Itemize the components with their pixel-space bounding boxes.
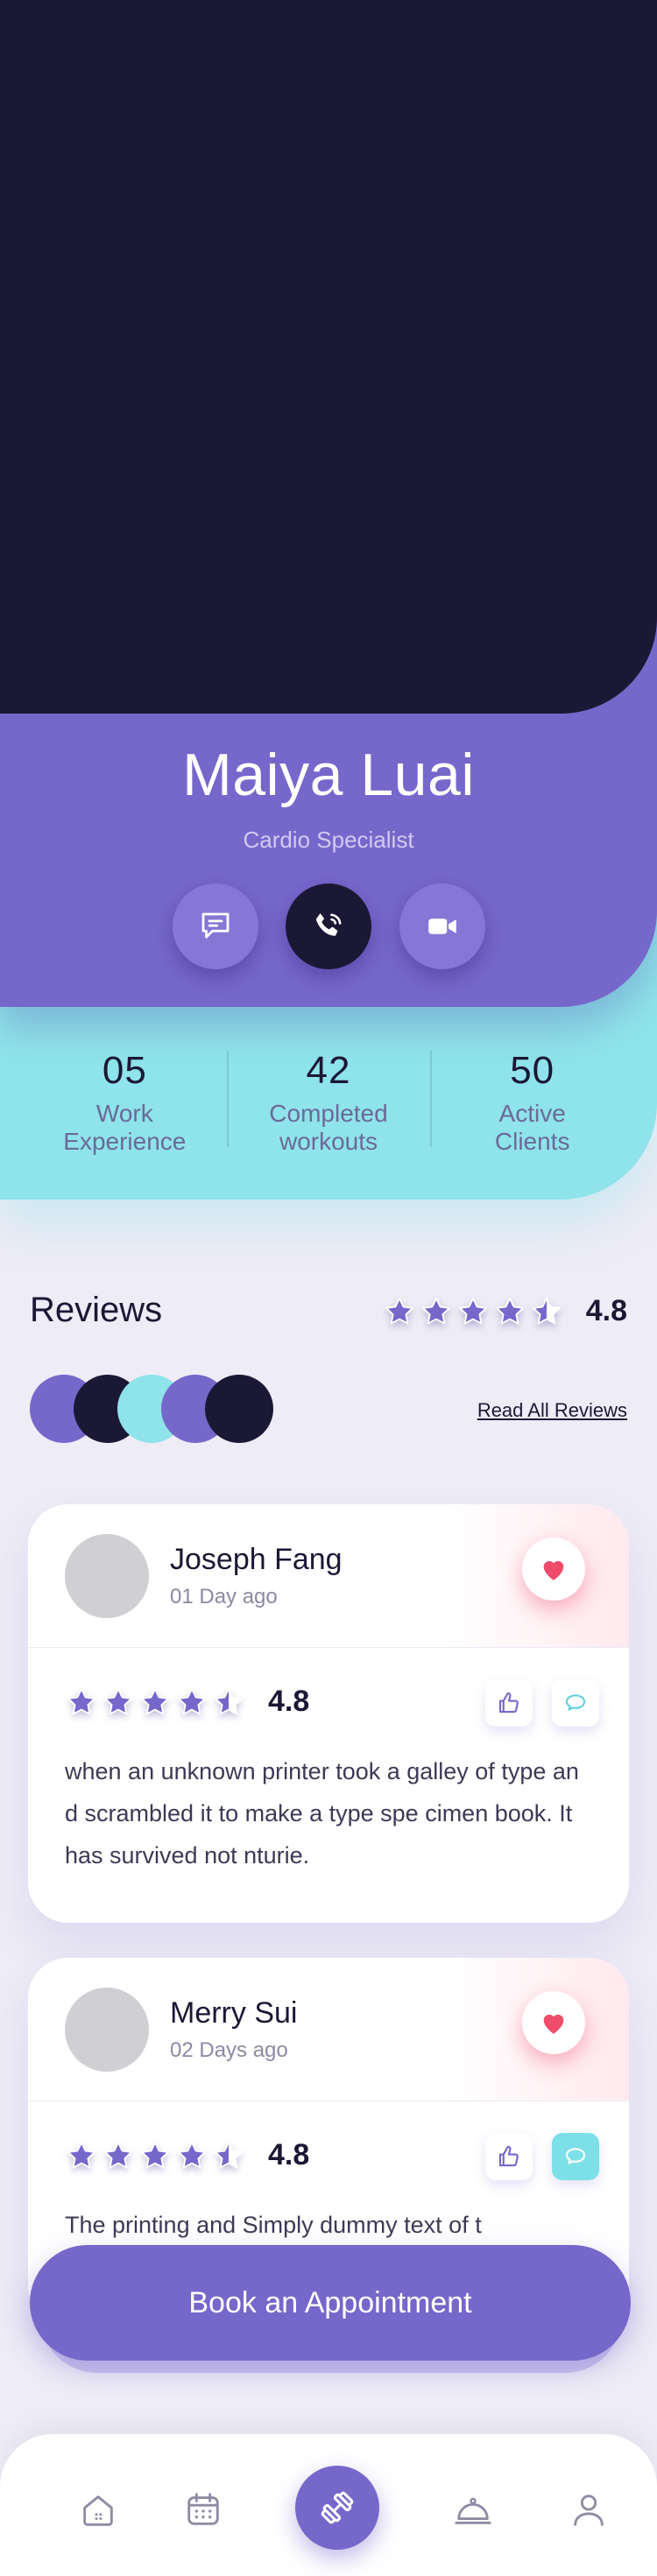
app-screen: Maiya Luai Cardio Specialist 05 Work Exp…: [0, 0, 657, 2576]
overall-rating: 4.8: [383, 1294, 627, 1328]
star-icon: [67, 1687, 95, 1714]
like-heart-button[interactable]: [522, 1538, 585, 1601]
reviews-title: Reviews: [30, 1291, 163, 1329]
heart-icon: [543, 1560, 564, 1580]
review-date: 01 Day ago: [170, 1585, 278, 1608]
star-icon: [215, 2141, 243, 2168]
thumbs-up-icon: [498, 2145, 519, 2167]
stat-label: Work Experience: [23, 1100, 227, 1156]
video-call-button[interactable]: [399, 883, 485, 969]
star-icon: [495, 1297, 524, 1324]
dumbbell-icon: [321, 2491, 354, 2524]
profile-role: Cardio Specialist: [243, 827, 414, 853]
heart-icon: [543, 2014, 564, 2034]
review-card: Joseph Fang 01 Day ago 4.8 when an unkno…: [28, 1504, 629, 1923]
reviewer-name: Merry Sui: [170, 1996, 298, 2030]
reviewer-name: Joseph Fang: [170, 1543, 343, 1576]
nav-profile[interactable]: [562, 2483, 615, 2536]
star-icon: [215, 1687, 243, 1714]
comment-button[interactable]: [552, 2133, 599, 2180]
nav-home[interactable]: [72, 2483, 124, 2536]
food-cloche-icon: [455, 2497, 491, 2524]
stat-active-clients: 50 Active Clients: [430, 1033, 634, 1165]
comment-icon: [565, 1694, 586, 1711]
avatar[interactable]: [65, 1534, 149, 1618]
comment-icon: [565, 2148, 586, 2164]
stat-label: Completed workouts: [227, 1100, 431, 1156]
profile-name: Maiya Luai: [182, 742, 475, 808]
stat-label: Active Clients: [430, 1100, 634, 1156]
thumbs-up-button[interactable]: [485, 1679, 533, 1727]
star-rating: [383, 1295, 563, 1328]
profile-photo-area: [0, 0, 657, 714]
stat-label-line: Active: [498, 1100, 566, 1127]
star-icon: [67, 2141, 95, 2168]
read-all-reviews-link[interactable]: Read All Reviews: [477, 1399, 627, 1422]
chat-button[interactable]: [173, 883, 258, 969]
video-call-icon: [428, 918, 456, 934]
stat-completed-workouts: 42 Completed workouts: [226, 1033, 431, 1165]
review-text: The printing and Simply dummy text of t: [65, 2212, 482, 2238]
review-card-body: 4.8 when an unknown printer took a galle…: [28, 1648, 629, 1876]
stat-work-experience: 05 Work Experience: [23, 1033, 227, 1165]
comment-button[interactable]: [552, 1679, 599, 1727]
review-actions: [485, 1679, 599, 1727]
stat-label-line: Clients: [494, 1128, 570, 1155]
profile-icon: [574, 2495, 604, 2526]
stat-label-line: Completed: [269, 1100, 388, 1127]
star-icon: [178, 1687, 206, 1714]
star-rating: [65, 2139, 245, 2172]
stat-value: 50: [510, 1049, 555, 1092]
star-icon: [104, 2141, 132, 2168]
review-text: when an unknown printer took a galley of…: [65, 1758, 579, 1869]
review-actions: [485, 2133, 599, 2180]
star-icon: [178, 2141, 206, 2168]
stat-value: 42: [306, 1049, 351, 1092]
phone-call-button[interactable]: [286, 883, 371, 969]
review-rating-value: 4.8: [268, 1685, 310, 1718]
thumbs-up-button[interactable]: [485, 2133, 533, 2180]
overall-rating-value: 4.8: [585, 1294, 627, 1327]
stat-label-line: workouts: [279, 1128, 378, 1155]
stat-value: 05: [102, 1049, 147, 1092]
nav-calendar[interactable]: [177, 2483, 230, 2536]
reviewer-avatars[interactable]: [30, 1375, 310, 1445]
review-date: 02 Days ago: [170, 2038, 288, 2062]
like-heart-button[interactable]: [522, 1991, 585, 2054]
star-icon: [104, 1687, 132, 1714]
review-card-header: Joseph Fang 01 Day ago: [28, 1504, 629, 1648]
avatar[interactable]: [65, 1988, 149, 2072]
stat-label-line: Experience: [63, 1128, 187, 1155]
calendar-icon: [187, 2493, 219, 2525]
star-icon: [141, 1687, 169, 1714]
star-icon: [458, 1297, 487, 1324]
reviewer-avatar[interactable]: [205, 1375, 273, 1443]
thumbs-up-icon: [498, 1692, 519, 1714]
chat-icon: [201, 912, 230, 939]
review-card-header: Merry Sui 02 Days ago: [28, 1958, 629, 2101]
nav-meals[interactable]: [447, 2483, 499, 2536]
stat-label-line: Work: [95, 1100, 153, 1127]
star-icon: [532, 1297, 561, 1324]
star-rating: [65, 1686, 245, 1719]
book-appointment-button[interactable]: Book an Appointment: [30, 2245, 631, 2361]
star-icon: [141, 2141, 169, 2168]
review-rating-value: 4.8: [268, 2138, 310, 2171]
star-icon: [385, 1297, 413, 1324]
review-card-body: 4.8 The printing and Simply dummy text o…: [28, 2101, 629, 2246]
stats-row: 05 Work Experience 42 Completed workouts…: [23, 1033, 634, 1165]
home-icon: [83, 2495, 113, 2526]
contact-actions: [0, 883, 657, 969]
nav-workout[interactable]: [295, 2466, 379, 2550]
star-icon: [421, 1297, 450, 1324]
phone-call-icon: [315, 913, 342, 936]
